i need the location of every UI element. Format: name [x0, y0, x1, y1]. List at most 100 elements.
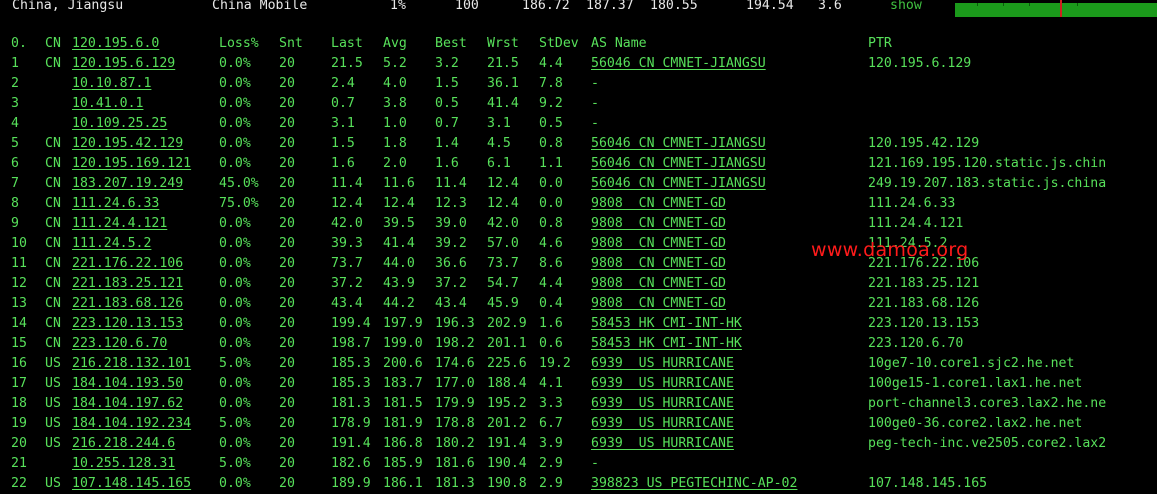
best-ms: 1.4 [435, 136, 459, 151]
loss-percent: 0.0% [219, 256, 251, 271]
show-link[interactable]: show [890, 0, 922, 13]
as-name[interactable]: 56046 CN CMNET-JIANGSU [591, 174, 766, 194]
as-name[interactable]: 9808 CN CMNET-GD [591, 234, 726, 254]
as-name[interactable]: 6939 US HURRICANE [591, 354, 734, 374]
best-ms: 177.0 [435, 376, 475, 391]
host-address[interactable]: 221.183.25.121 [72, 274, 183, 294]
host-address[interactable]: 120.195.6.129 [72, 54, 175, 74]
worst-ms: 12.4 [487, 176, 519, 191]
sent-count: 20 [279, 56, 295, 71]
as-name[interactable]: 398823 US PEGTECHINC-AP-02 [591, 474, 797, 494]
as-name[interactable]: 56046 CN CMNET-JIANGSU [591, 54, 766, 74]
as-name[interactable]: 9808 CN CMNET-GD [591, 294, 726, 314]
summary-location: China, Jiangsu [12, 0, 124, 13]
host-address[interactable]: 184.104.197.62 [72, 394, 183, 414]
avg-ms: 1.0 [383, 116, 407, 131]
hop-number: 4 [11, 116, 19, 131]
host-address[interactable]: 111.24.5.2 [72, 234, 151, 254]
sent-count: 20 [279, 416, 295, 431]
table-row: 22 US 107.148.145.165 0.0% 20 189.9 186.1 181.3… [0, 474, 1157, 494]
as-name[interactable]: 56046 CN CMNET-JIANGSU [591, 154, 766, 174]
host-address[interactable]: 10.41.0.1 [72, 94, 143, 114]
table-row: 10 CN 111.24.5.2 0.0% 20 39.3 41.4 39.2 57.0 4.6 9… [0, 234, 1157, 254]
host-address[interactable]: 183.207.19.249 [72, 174, 183, 194]
avg-ms: 41.4 [383, 236, 415, 251]
avg-ms: 44.2 [383, 296, 415, 311]
latency-bar [955, 0, 1157, 17]
last-ms: 185.3 [331, 356, 371, 371]
as-name[interactable]: 58453 HK CMI-INT-HK [591, 314, 742, 334]
host-address[interactable]: 184.104.193.50 [72, 374, 183, 394]
host-address[interactable]: 120.195.42.129 [72, 134, 183, 154]
host-address[interactable]: 120.195.169.121 [72, 154, 191, 174]
host-address[interactable]: 216.218.132.101 [72, 354, 191, 374]
country-code: US [45, 416, 61, 431]
as-name[interactable]: 9808 CN CMNET-GD [591, 214, 726, 234]
as-name[interactable]: 9808 CN CMNET-GD [591, 254, 726, 274]
best-ms: 1.5 [435, 76, 459, 91]
host-address[interactable]: 10.10.87.1 [72, 74, 151, 94]
as-name[interactable]: 6939 US HURRICANE [591, 374, 734, 394]
loss-percent: 0.0% [219, 116, 251, 131]
last-ms: 42.0 [331, 216, 363, 231]
host-address[interactable]: 184.104.192.234 [72, 414, 191, 434]
loss-percent: 45.0% [219, 176, 259, 191]
worst-ms: 4.5 [487, 136, 511, 151]
host-address[interactable]: 223.120.6.70 [72, 334, 167, 354]
worst-ms: 202.9 [487, 316, 527, 331]
loss-percent: 0.0% [219, 216, 251, 231]
stdev-ms: 0.8 [539, 136, 563, 151]
last-ms: 189.9 [331, 476, 371, 491]
header-hop: 0. [11, 36, 27, 51]
host-address[interactable]: 223.120.13.153 [72, 314, 183, 334]
sent-count: 20 [279, 76, 295, 91]
table-row: 3 10.41.0.1 0.0% 20 0.7 3.8 0.5 41.4 9.2 - [0, 94, 1157, 114]
table-row: 11 CN 221.176.22.106 0.0% 20 73.7 44.0 36.6 73.7… [0, 254, 1157, 274]
last-ms: 12.4 [331, 196, 363, 211]
as-name[interactable]: 6939 US HURRICANE [591, 414, 734, 434]
table-header: 0. CN 120.195.6.0 Loss% Snt Last Avg Bes… [0, 34, 1157, 54]
host-address[interactable]: 221.183.68.126 [72, 294, 183, 314]
loss-percent: 0.0% [219, 156, 251, 171]
host-address[interactable]: 107.148.145.165 [72, 474, 191, 494]
header-host[interactable]: 120.195.6.0 [72, 34, 159, 54]
host-address[interactable]: 10.255.128.31 [72, 454, 175, 474]
summary-sent: 100 [455, 0, 479, 13]
host-address[interactable]: 216.218.244.6 [72, 434, 175, 454]
best-ms: 12.3 [435, 196, 467, 211]
as-name[interactable]: 6939 US HURRICANE [591, 394, 734, 414]
worst-ms: 6.1 [487, 156, 511, 171]
bar-tick [1077, 3, 1078, 6]
avg-ms: 2.0 [383, 156, 407, 171]
sent-count: 20 [279, 96, 295, 111]
summary-avg: 186.72 [522, 0, 570, 13]
last-ms: 185.3 [331, 376, 371, 391]
host-address[interactable]: 111.24.6.33 [72, 194, 159, 214]
as-name[interactable]: 9808 CN CMNET-GD [591, 274, 726, 294]
loss-percent: 0.0% [219, 136, 251, 151]
as-name[interactable]: 6939 US HURRICANE [591, 434, 734, 454]
sent-count: 20 [279, 336, 295, 351]
table-row: 8 CN 111.24.6.33 75.0% 20 12.4 12.4 12.3 12.4 0.0… [0, 194, 1157, 214]
avg-ms: 183.7 [383, 376, 423, 391]
as-name[interactable]: 56046 CN CMNET-JIANGSU [591, 134, 766, 154]
worst-ms: 190.8 [487, 476, 527, 491]
worst-ms: 195.2 [487, 396, 527, 411]
last-ms: 11.4 [331, 176, 363, 191]
hop-number: 13 [11, 296, 27, 311]
sent-count: 20 [279, 116, 295, 131]
worst-ms: 36.1 [487, 76, 519, 91]
stdev-ms: 0.0 [539, 196, 563, 211]
country-code: US [45, 476, 61, 491]
table-row: 4 10.109.25.25 0.0% 20 3.1 1.0 0.7 3.1 0.5 - [0, 114, 1157, 134]
host-address[interactable]: 10.109.25.25 [72, 114, 167, 134]
hop-number: 14 [11, 316, 27, 331]
country-code: US [45, 436, 61, 451]
host-address[interactable]: 221.176.22.106 [72, 254, 183, 274]
as-name[interactable]: 58453 HK CMI-INT-HK [591, 334, 742, 354]
sent-count: 20 [279, 156, 295, 171]
as-name[interactable]: 9808 CN CMNET-GD [591, 194, 726, 214]
best-ms: 181.3 [435, 476, 475, 491]
host-address[interactable]: 111.24.4.121 [72, 214, 167, 234]
last-ms: 182.6 [331, 456, 371, 471]
